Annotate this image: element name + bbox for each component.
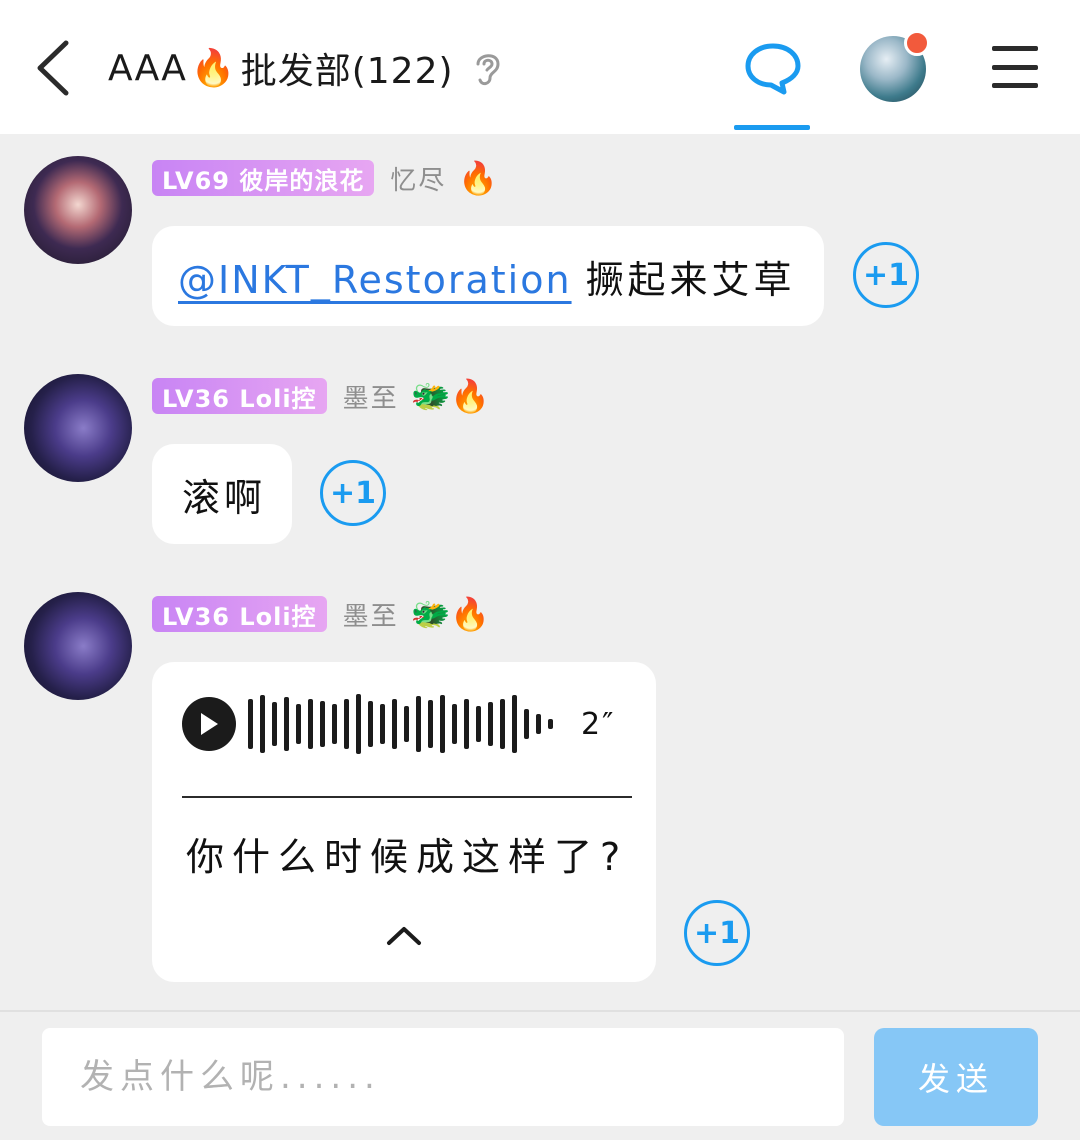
plus-one-button[interactable]: +1 — [320, 460, 386, 526]
active-tab-indicator — [734, 125, 810, 130]
collapse-transcript-button[interactable] — [386, 924, 422, 950]
message-text: 撅起来艾草 — [585, 257, 796, 302]
message-text: 滚啊 — [182, 475, 267, 520]
sender-avatar[interactable] — [24, 592, 132, 700]
sender-meta: LV36 Loli控 墨至 🐲🔥 — [152, 376, 490, 416]
level-badge: LV69 彼岸的浪花 — [152, 160, 375, 196]
back-button[interactable] — [28, 36, 78, 100]
level-badge: LV36 Loli控 — [152, 596, 327, 632]
sender-avatar[interactable] — [24, 374, 132, 482]
message-input[interactable] — [42, 1028, 844, 1126]
message-item: LV69 彼岸的浪花 忆尽 🔥 @INKT_Restoration 撅起来艾草 +… — [0, 156, 1080, 336]
voice-message-bubble: 2″ 你什么时候成这样了? — [152, 662, 656, 982]
play-icon — [201, 713, 218, 735]
group-title-suffix: 批发部(122) — [240, 51, 454, 92]
composer-bar: 发送 — [0, 1010, 1080, 1140]
dragon-fire-icon: 🐲🔥 — [410, 377, 491, 415]
sender-nickname[interactable]: 忆尽 — [390, 160, 446, 197]
waveform — [248, 694, 553, 754]
voice-duration: 2″ — [581, 706, 616, 742]
sender-avatar[interactable] — [24, 156, 132, 264]
dragon-fire-icon: 🐲🔥 — [410, 595, 491, 633]
fire-icon: 🔥 — [458, 159, 499, 197]
back-arrow-icon — [37, 40, 69, 96]
mention-link[interactable]: @INKT_Restoration — [178, 258, 572, 302]
group-title-emoji: 🔥 — [190, 48, 237, 89]
notification-dot — [904, 30, 930, 56]
level-badge: LV36 Loli控 — [152, 378, 327, 414]
tab-chat[interactable] — [734, 30, 810, 130]
top-bar: AAA 🔥 批发部(122) — [0, 0, 1080, 134]
menu-icon[interactable] — [992, 46, 1038, 88]
message-bubble[interactable]: @INKT_Restoration 撅起来艾草 — [152, 226, 824, 326]
sender-meta: LV69 彼岸的浪花 忆尽 🔥 — [152, 158, 498, 198]
sender-nickname[interactable]: 墨至 — [343, 378, 399, 415]
ear-icon[interactable] — [472, 48, 506, 88]
message-item: LV36 Loli控 墨至 🐲🔥 2″ 你什么时候成这样了? +1 — [0, 592, 1080, 992]
message-bubble[interactable]: 滚啊 — [152, 444, 292, 544]
group-title[interactable]: AAA 🔥 批发部(122) — [108, 38, 506, 98]
chat-bubble-icon — [745, 43, 801, 95]
voice-transcript: 你什么时候成这样了? — [186, 835, 629, 879]
group-title-prefix: AAA — [108, 47, 187, 89]
sender-meta: LV36 Loli控 墨至 🐲🔥 — [152, 594, 490, 634]
play-button[interactable] — [182, 697, 236, 751]
voice-player[interactable]: 2″ — [182, 694, 615, 754]
user-avatar[interactable] — [860, 30, 930, 102]
divider — [182, 796, 632, 798]
sender-nickname[interactable]: 墨至 — [343, 596, 399, 633]
plus-one-button[interactable]: +1 — [684, 900, 750, 966]
chevron-up-icon — [387, 927, 421, 945]
message-item: LV36 Loli控 墨至 🐲🔥 滚啊 +1 — [0, 374, 1080, 554]
plus-one-button[interactable]: +1 — [853, 242, 919, 308]
send-button[interactable]: 发送 — [874, 1028, 1038, 1126]
